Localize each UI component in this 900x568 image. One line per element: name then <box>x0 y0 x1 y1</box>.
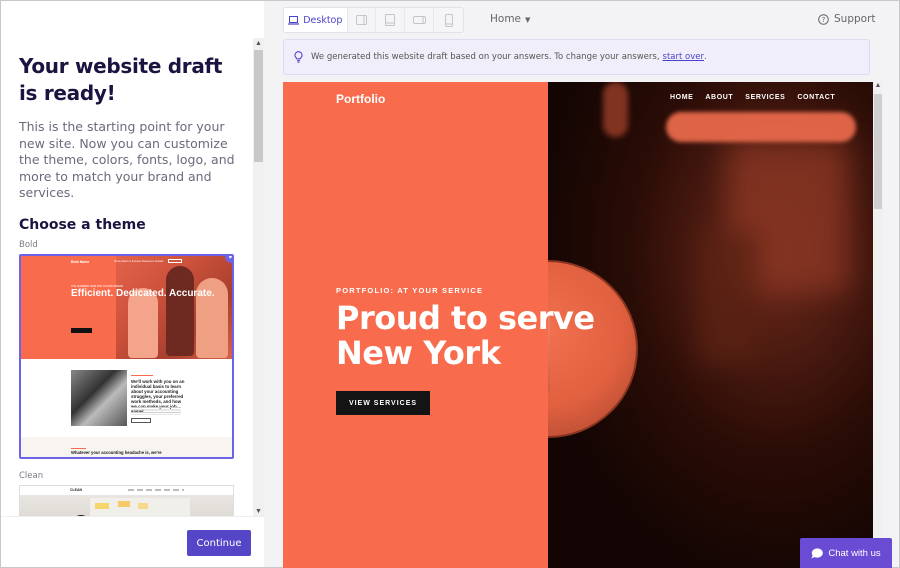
page-select-value: Home <box>490 13 522 25</box>
scroll-up-arrow-icon[interactable]: ▲ <box>873 82 883 89</box>
site-preview: Portfolio HOME ABOUT SERVICES CONTACT PO… <box>283 82 873 568</box>
bold-preview-hero: Bold Name Home About us Services Resourc… <box>21 255 232 359</box>
bold-preview-nav-button <box>168 258 182 263</box>
chat-bubble-icon <box>811 547 824 558</box>
bold-preview-cta <box>71 327 92 333</box>
caret-down-icon: ▼ <box>525 16 531 24</box>
device-desktop-label: Desktop <box>303 14 343 26</box>
notice-text: We generated this website draft based on… <box>311 52 660 62</box>
continue-button[interactable]: Continue <box>187 530 251 556</box>
support-link[interactable]: ? Support <box>818 13 876 25</box>
theme-label-clean: Clean <box>19 470 44 481</box>
bold-preview-headline: Efficient. Dedicated. Accurate. <box>71 287 215 299</box>
preview-headline: Proud to serve New York <box>336 299 595 372</box>
device-tablet-button[interactable] <box>376 8 406 32</box>
view-services-button[interactable]: VIEW SERVICES <box>336 391 430 415</box>
device-desktop-button[interactable]: Desktop <box>284 8 348 32</box>
scrollbar-thumb[interactable] <box>254 50 263 162</box>
choose-theme-heading: Choose a theme <box>19 216 146 233</box>
page-select-dropdown[interactable]: Home ▼ <box>490 13 530 25</box>
device-mobile-button[interactable] <box>434 8 463 32</box>
bold-preview-photo <box>116 255 232 359</box>
svg-text:?: ? <box>822 16 826 24</box>
left-panel-footer: Continue <box>1 516 264 567</box>
clean-preview-nav: CLEAN <box>20 485 233 495</box>
lightbulb-icon <box>294 51 303 63</box>
help-circle-icon: ? <box>818 13 829 25</box>
device-switcher: Desktop <box>283 7 464 33</box>
left-panel-content: Your website draft is ready! This is the… <box>1 1 253 516</box>
clean-preview-brand: CLEAN <box>70 487 83 492</box>
info-notice: We generated this website draft based on… <box>283 39 870 75</box>
page-description: This is the starting point for your new … <box>19 119 235 200</box>
theme-card-bold[interactable]: ✔ Bold Name Home About us Services Resou… <box>19 253 234 459</box>
start-over-link[interactable]: start over <box>663 52 704 62</box>
notice-trailing: . <box>704 52 707 62</box>
mobile-icon <box>444 13 453 27</box>
preview-kicker: PORTFOLIO: AT YOUR SERVICE <box>336 286 484 295</box>
scrollbar-thumb[interactable] <box>874 94 882 209</box>
bold-preview-section3: Whatever your accounting headache is, we… <box>21 436 232 457</box>
preview-nav-home[interactable]: HOME <box>670 94 693 101</box>
preview-scrollbar[interactable]: ▲ ▼ <box>873 82 883 568</box>
clean-preview-photo <box>20 494 233 516</box>
chat-label: Chat with us <box>828 547 881 559</box>
bold-preview-section2: We'll work with you on an individual bas… <box>21 358 232 437</box>
preview-nav-contact[interactable]: CONTACT <box>797 94 835 101</box>
left-panel-scrollbar[interactable]: ▲ ▼ <box>253 38 264 516</box>
chat-with-us-button[interactable]: Chat with us <box>800 538 892 568</box>
left-panel: Your website draft is ready! This is the… <box>1 1 264 567</box>
page-title: Your website draft is ready! <box>19 54 223 105</box>
preview-nav-services[interactable]: SERVICES <box>745 94 785 101</box>
laptop-icon <box>288 15 300 25</box>
scroll-down-arrow-icon[interactable]: ▼ <box>253 508 264 515</box>
tablet-icon <box>385 14 396 26</box>
preview-nav: HOME ABOUT SERVICES CONTACT <box>670 94 835 101</box>
mobile-landscape-icon <box>412 16 426 24</box>
device-mobile-landscape-button[interactable] <box>405 8 435 32</box>
tablet-landscape-icon <box>356 15 368 25</box>
selected-check-icon: ✔ <box>225 255 232 263</box>
theme-label-bold: Bold <box>19 239 38 250</box>
bold-preview-brand: Bold Name <box>71 259 90 264</box>
preview-brand[interactable]: Portfolio <box>336 92 385 106</box>
bold-preview-bw-photo <box>71 369 127 426</box>
device-tablet-landscape-button[interactable] <box>348 8 377 32</box>
bold-preview-nav: Home About us Services Resources Contact <box>114 259 164 263</box>
bold-preview-section3-text: Whatever your accounting headache is, we… <box>71 449 162 455</box>
support-label: Support <box>834 13 876 25</box>
preview-nav-about[interactable]: ABOUT <box>705 94 733 101</box>
theme-card-clean[interactable]: CLEAN Clean <box>19 484 234 516</box>
scroll-up-arrow-icon[interactable]: ▲ <box>253 40 264 47</box>
